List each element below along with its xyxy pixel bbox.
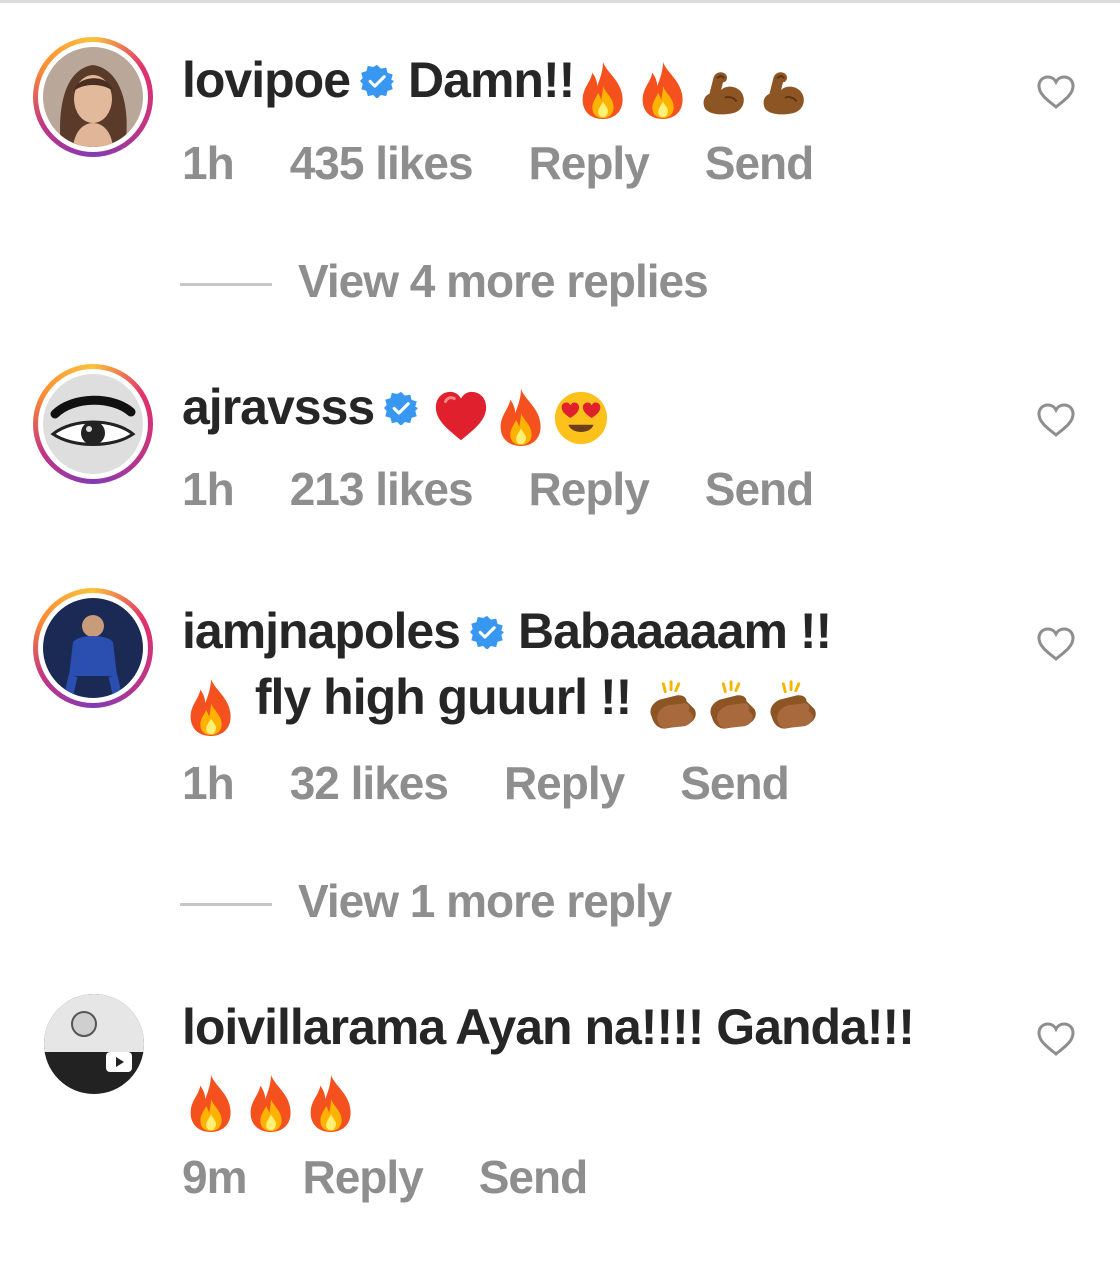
flexed-biceps-emoji-icon	[754, 59, 812, 121]
send-button[interactable]: Send	[705, 463, 814, 515]
emoji-group	[182, 1066, 362, 1128]
fire-emoji-icon	[302, 1072, 360, 1134]
comment-time: 1h	[182, 757, 235, 809]
view-replies-label: View 1 more reply	[298, 875, 672, 927]
comment-likes[interactable]: 213 likes	[290, 463, 474, 515]
heart-eyes-emoji-icon	[552, 386, 610, 448]
reply-button[interactable]: Reply	[504, 757, 625, 809]
comment-username[interactable]: ajravsss	[182, 379, 375, 435]
view-replies-label: View 4 more replies	[298, 255, 709, 307]
fire-emoji-icon	[492, 386, 550, 448]
red-heart-emoji-icon	[432, 386, 490, 448]
top-divider	[0, 0, 1120, 3]
avatar[interactable]	[43, 374, 143, 474]
replies-line	[180, 283, 272, 287]
comment-likes[interactable]: 32 likes	[290, 757, 449, 809]
fire-emoji-icon	[634, 59, 692, 121]
story-ring[interactable]	[33, 364, 153, 484]
comment-text: Babaaaaam !!	[518, 603, 832, 659]
comment-text-line2: fly high guuurl !!	[254, 669, 632, 725]
comment-time: 9m	[182, 1151, 247, 1203]
reply-button[interactable]: Reply	[302, 1151, 423, 1203]
story-ring[interactable]	[33, 588, 153, 708]
clapping-hands-emoji-icon	[704, 676, 762, 738]
comment-time: 1h	[182, 137, 235, 189]
fire-emoji-icon	[242, 1072, 300, 1134]
avatar[interactable]	[44, 994, 144, 1094]
comment-username[interactable]: iamjnapoles	[182, 603, 461, 659]
clapping-hands-emoji-icon	[764, 676, 822, 738]
avatar[interactable]	[43, 598, 143, 698]
view-replies-button[interactable]: View 4 more replies	[180, 254, 709, 308]
emoji-group	[182, 670, 242, 732]
clapping-hands-emoji-icon	[644, 676, 702, 738]
comment-likes[interactable]: 435 likes	[290, 137, 474, 189]
story-ring[interactable]	[33, 37, 153, 157]
like-heart-icon[interactable]	[1036, 626, 1076, 662]
like-heart-icon[interactable]	[1036, 74, 1076, 110]
replies-line	[180, 903, 272, 907]
emoji-group	[644, 670, 824, 732]
emoji-group	[574, 53, 814, 115]
emoji-group	[432, 380, 612, 442]
fire-emoji-icon	[182, 676, 240, 738]
verified-badge-icon	[384, 391, 418, 425]
reply-button[interactable]: Reply	[529, 137, 650, 189]
view-replies-button[interactable]: View 1 more reply	[180, 874, 672, 928]
send-button[interactable]: Send	[479, 1151, 588, 1203]
verified-badge-icon	[470, 615, 504, 649]
like-heart-icon[interactable]	[1036, 402, 1076, 438]
comment-text: Damn!!	[408, 52, 575, 108]
fire-emoji-icon	[182, 1072, 240, 1134]
comment-username[interactable]: loivillarama	[182, 999, 446, 1055]
comment-time: 1h	[182, 463, 235, 515]
avatar[interactable]	[43, 47, 143, 147]
verified-badge-icon	[360, 64, 394, 98]
send-button[interactable]: Send	[680, 757, 789, 809]
like-heart-icon[interactable]	[1036, 1021, 1076, 1057]
comment-text: Ayan na!!!! Ganda!!!	[455, 999, 915, 1055]
send-button[interactable]: Send	[705, 137, 814, 189]
fire-emoji-icon	[574, 59, 632, 121]
comment-username[interactable]: lovipoe	[182, 52, 351, 108]
flexed-biceps-emoji-icon	[694, 59, 752, 121]
reply-button[interactable]: Reply	[529, 463, 650, 515]
